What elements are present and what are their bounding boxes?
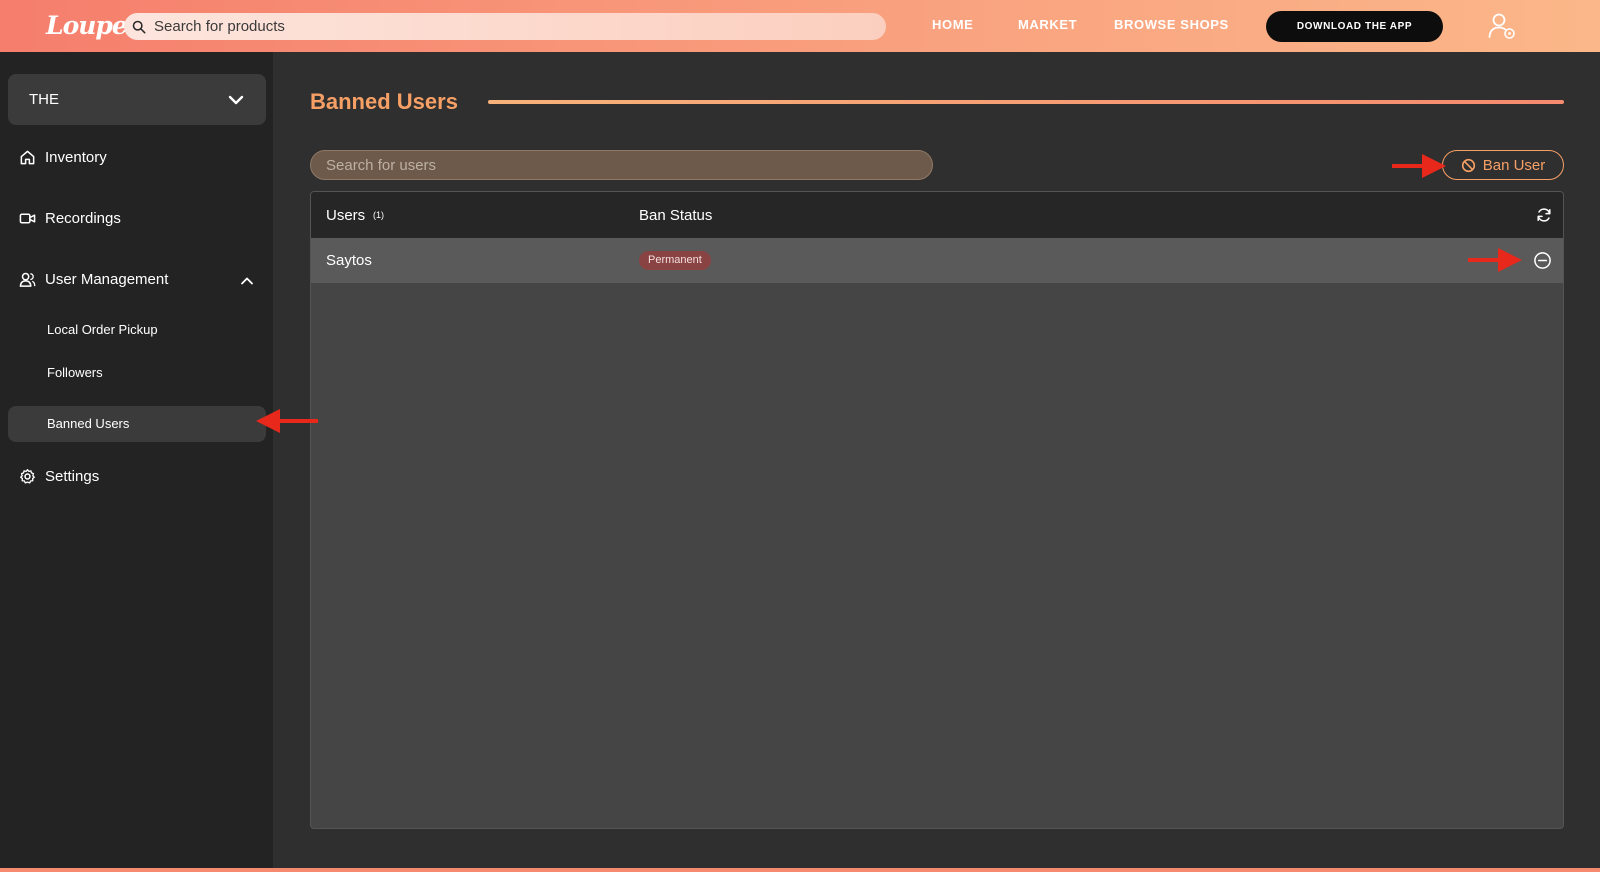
row-username: Saytos <box>326 252 372 269</box>
sidebar-item-label: Settings <box>45 468 100 485</box>
sidebar-item-inventory[interactable]: Inventory <box>19 149 107 166</box>
chevron-up-icon[interactable] <box>240 274 254 288</box>
ban-icon <box>1461 158 1475 172</box>
annotation-arrow-right-icon <box>1392 154 1446 178</box>
column-header-ban-status[interactable]: Ban Status <box>639 207 712 224</box>
video-icon <box>19 213 36 224</box>
nav-browse-shops[interactable]: BROWSE SHOPS <box>1114 17 1229 32</box>
home-icon <box>20 150 35 165</box>
refresh-icon[interactable] <box>1536 207 1552 223</box>
sidebar-item-recordings[interactable]: Recordings <box>19 210 121 227</box>
ban-status-badge: Permanent <box>639 251 711 270</box>
title-divider <box>488 100 1564 104</box>
sidebar-item-user-management[interactable]: User Management <box>19 271 168 288</box>
sidebar-item-settings[interactable]: Settings <box>19 468 99 485</box>
bottom-accent-line <box>0 868 1600 872</box>
store-selector-label: THE <box>29 91 59 108</box>
ban-user-button[interactable]: Ban User <box>1442 150 1564 180</box>
sidebar-subitem-banned-users[interactable]: Banned Users <box>47 416 129 431</box>
logo[interactable]: Loupe <box>46 8 128 44</box>
user-search-bar[interactable] <box>310 150 933 180</box>
sidebar-subitem-followers[interactable]: Followers <box>47 365 103 380</box>
sidebar-item-label: Inventory <box>45 149 107 166</box>
unban-minus-circle-icon[interactable] <box>1533 251 1552 270</box>
users-icon <box>19 272 36 287</box>
annotation-arrow-left-icon <box>256 409 318 433</box>
search-icon <box>132 20 146 33</box>
product-search-input[interactable] <box>154 18 854 35</box>
top-bar: Loupe HOME MARKET BROWSE SHOPS DOWNLOAD … <box>0 0 1600 52</box>
ban-user-label: Ban User <box>1482 156 1546 174</box>
gear-icon <box>20 469 35 484</box>
column-header-users[interactable]: Users <box>326 207 365 224</box>
user-search-input[interactable] <box>326 156 916 174</box>
nav-home[interactable]: HOME <box>932 17 973 32</box>
nav-market[interactable]: MARKET <box>1018 17 1077 32</box>
sidebar-item-label: User Management <box>45 271 169 288</box>
page-title: Banned Users <box>310 89 458 114</box>
user-settings-icon[interactable] <box>1487 11 1517 41</box>
download-app-button[interactable]: DOWNLOAD THE APP <box>1266 11 1443 42</box>
banned-users-table: Users (1) Ban Status Saytos Permanent <box>310 191 1564 829</box>
product-search-bar[interactable] <box>124 13 886 40</box>
user-count: (1) <box>373 210 384 220</box>
sidebar-subitem-local-order-pickup[interactable]: Local Order Pickup <box>47 322 158 337</box>
annotation-arrow-right-icon <box>1468 248 1522 272</box>
table-header: Users (1) Ban Status <box>311 192 1563 238</box>
table-row[interactable]: Saytos Permanent <box>311 238 1563 283</box>
chevron-down-icon <box>228 95 244 104</box>
sidebar: THE Inventory Recordings User Management… <box>0 52 273 872</box>
sidebar-item-label: Recordings <box>45 210 121 227</box>
store-selector[interactable]: THE <box>8 74 266 125</box>
